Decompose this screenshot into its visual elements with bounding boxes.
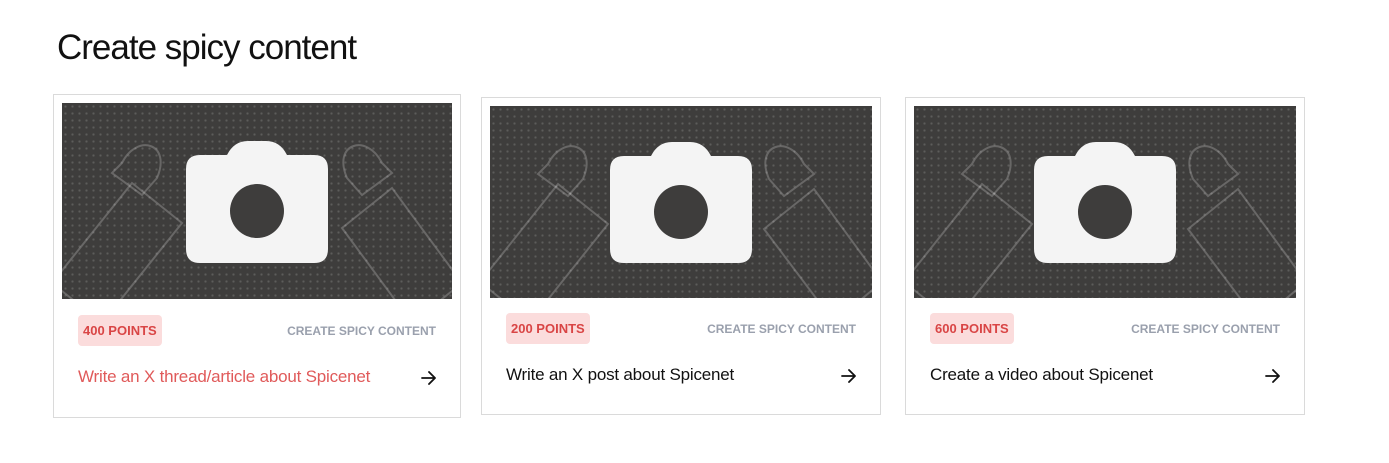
points-badge: 400 POINTS <box>78 315 162 346</box>
card-thumbnail <box>490 106 872 298</box>
category-label: CREATE SPICY CONTENT <box>707 322 856 336</box>
category-label: CREATE SPICY CONTENT <box>1131 322 1280 336</box>
section-title: Create spicy content <box>57 28 357 67</box>
points-badge: 600 POINTS <box>930 313 1014 344</box>
task-card-video[interactable]: 600 POINTS CREATE SPICY CONTENT Create a… <box>905 97 1305 415</box>
camera-icon <box>186 141 328 263</box>
points-badge: 200 POINTS <box>506 313 590 344</box>
camera-placeholder-image <box>914 142 1296 298</box>
arrow-right-icon[interactable] <box>1264 367 1282 385</box>
task-title[interactable]: Write an X post about Spicenet <box>506 365 734 385</box>
arrow-right-icon[interactable] <box>420 369 438 387</box>
category-label: CREATE SPICY CONTENT <box>287 324 436 338</box>
camera-placeholder-image <box>490 142 872 298</box>
task-title[interactable]: Create a video about Spicenet <box>930 365 1153 385</box>
task-card-x-post[interactable]: 200 POINTS CREATE SPICY CONTENT Write an… <box>481 97 881 415</box>
card-thumbnail <box>62 103 452 299</box>
camera-placeholder-image <box>62 141 452 299</box>
page: Create spicy content 400 POINTS CREATE S… <box>0 0 1389 463</box>
arrow-right-icon[interactable] <box>840 367 858 385</box>
camera-icon <box>1034 142 1176 263</box>
task-card-x-thread[interactable]: 400 POINTS CREATE SPICY CONTENT Write an… <box>53 94 461 418</box>
card-thumbnail <box>914 106 1296 298</box>
camera-icon <box>610 142 752 263</box>
task-title[interactable]: Write an X thread/article about Spicenet <box>78 367 370 387</box>
